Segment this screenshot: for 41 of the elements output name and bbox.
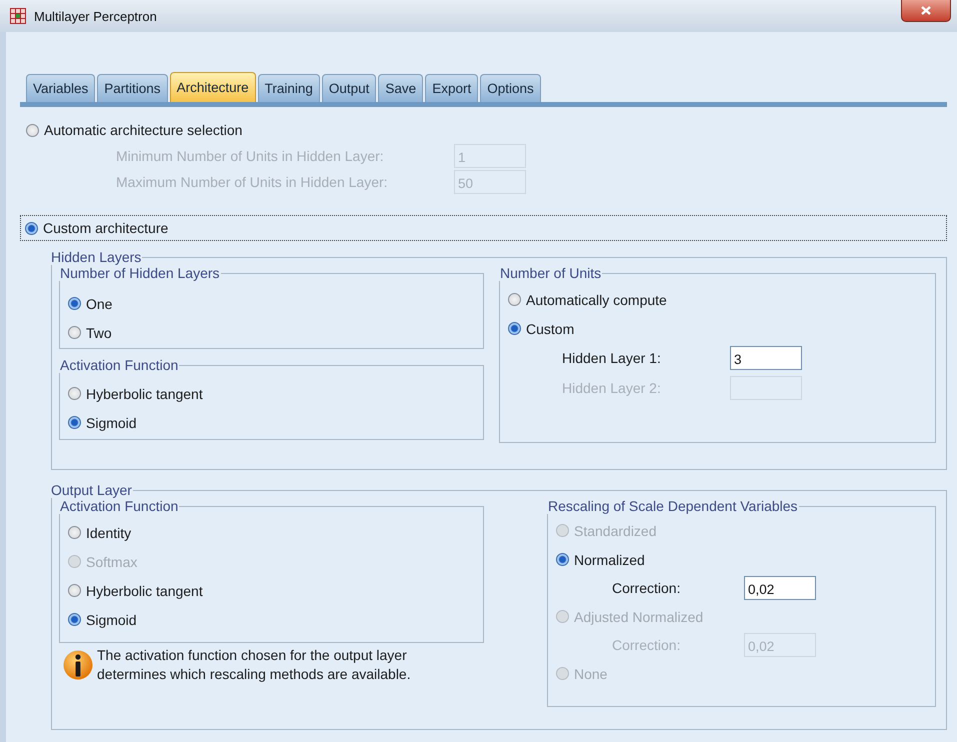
input-field[interactable]: 3 <box>730 346 802 370</box>
radio-button[interactable]: One <box>68 289 473 318</box>
tab[interactable]: Output <box>322 74 376 102</box>
close-button[interactable] <box>901 0 951 22</box>
tab[interactable]: Training <box>258 74 320 102</box>
radio-button[interactable]: Custom architecture <box>20 215 947 241</box>
field-label: Minimum Number of Units in Hidden Layer: <box>116 148 385 164</box>
field-label: Correction: <box>612 580 682 596</box>
info-text: The activation function chosen for the output layer determines which rescaling methods are available. <box>97 646 411 684</box>
group-title: Rescaling of Scale Dependent Variables <box>547 498 799 514</box>
radio-button[interactable]: Automatically compute <box>508 285 925 314</box>
tab[interactable]: Partitions <box>97 74 168 102</box>
tab[interactable]: Options <box>480 74 541 102</box>
tab[interactable]: Save <box>378 74 424 102</box>
radio-button[interactable]: Automatic architecture selection <box>20 117 947 143</box>
close-icon <box>921 6 931 15</box>
group-title: Number of Units <box>499 265 602 281</box>
field-label: Correction: <box>612 637 682 653</box>
group-title: Output Layer <box>50 482 133 498</box>
field-label: Maximum Number of Units in Hidden Layer: <box>116 174 389 190</box>
radio-button[interactable]: Two <box>68 318 473 347</box>
group-title: Hidden Layers <box>50 249 142 265</box>
info-icon <box>63 648 93 682</box>
radio-button[interactable]: Hyberbolic tangent <box>68 576 473 605</box>
field-label: Hidden Layer 1: <box>562 350 662 366</box>
radio-button[interactable]: Sigmoid <box>68 408 473 437</box>
group-title: Activation Function <box>59 498 180 514</box>
radio-button[interactable]: Identity <box>68 518 473 547</box>
group-title: Number of Hidden Layers <box>59 265 221 281</box>
input-field[interactable]: 0,02 <box>744 576 816 600</box>
window-title: Multilayer Perceptron <box>34 8 157 24</box>
radio-button[interactable]: Normalized <box>556 545 925 574</box>
tab[interactable]: Architecture <box>170 72 256 102</box>
radio-button[interactable]: Hyberbolic tangent <box>68 379 473 408</box>
radio-button[interactable]: Custom <box>508 314 925 343</box>
tab[interactable]: Variables <box>26 74 96 102</box>
tab[interactable]: Export <box>425 74 478 102</box>
radio-button[interactable]: Sigmoid <box>68 605 473 634</box>
group-title: Activation Function <box>59 357 180 373</box>
grid-icon <box>10 8 26 24</box>
field-label: Hidden Layer 2: <box>562 380 662 396</box>
